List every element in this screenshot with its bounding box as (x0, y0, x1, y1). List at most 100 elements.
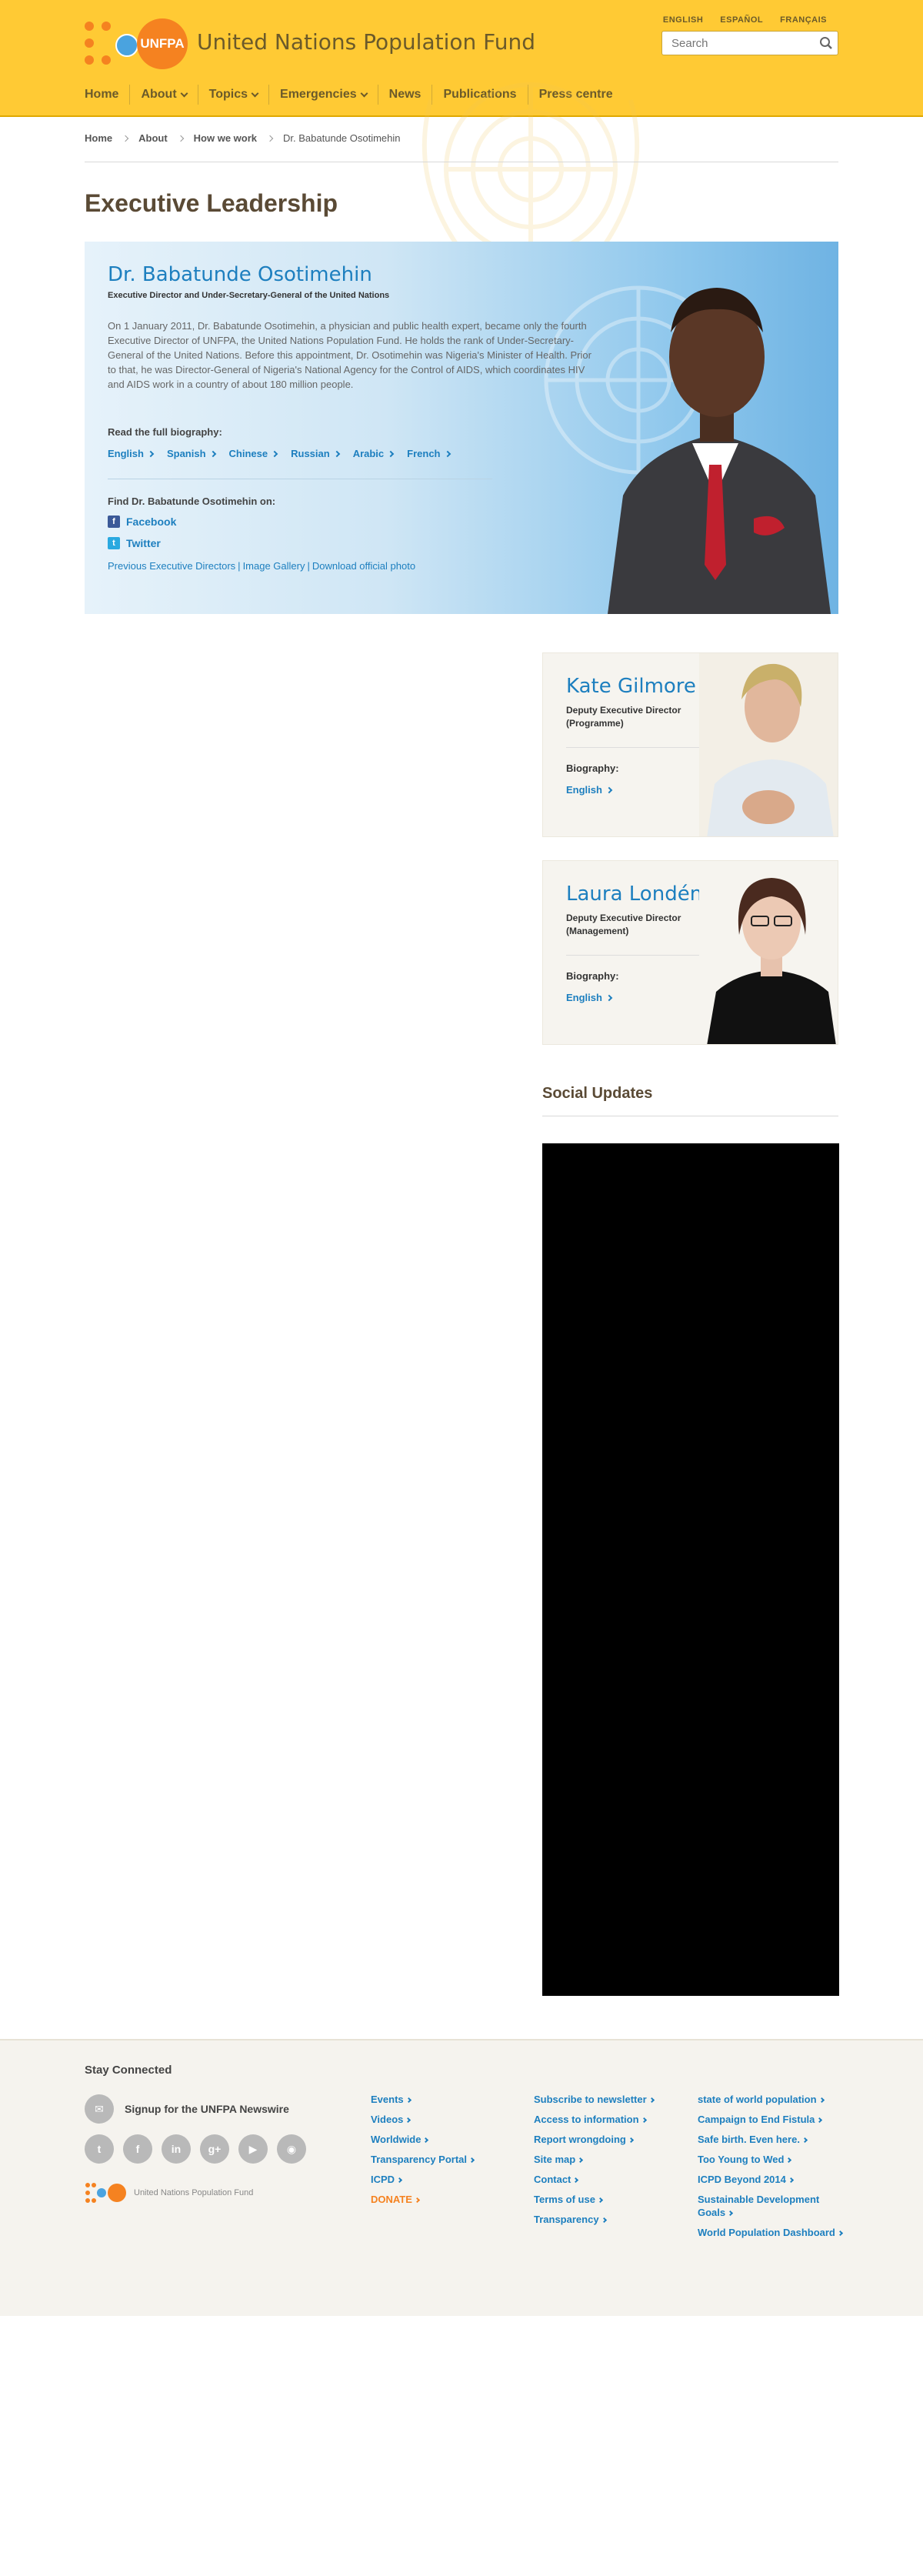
biography-languages: English Spanish Chinese Russian Arabic F… (108, 448, 451, 459)
footer-link-safe-birth[interactable]: Safe birth. Even here. (698, 2133, 844, 2146)
page-title: Executive Leadership (85, 189, 338, 217)
stay-connected-heading: Stay Connected (85, 2064, 172, 2077)
image-gallery-link[interactable]: Image Gallery (243, 560, 305, 572)
chevron-right-icon (648, 2097, 655, 2104)
deputy-name: Laura Londén (566, 883, 703, 906)
divider (566, 955, 720, 956)
nav-home[interactable]: Home (85, 85, 129, 105)
deputy-card: Kate Gilmore Deputy Executive Director (… (542, 652, 838, 837)
chevron-right-icon (573, 2177, 579, 2184)
deputy-portrait (699, 861, 838, 1044)
youtube-icon[interactable]: ▶ (238, 2134, 268, 2164)
biography-link-arabic[interactable]: Arabic (353, 448, 395, 459)
biography-label: Biography: (566, 970, 619, 982)
footer-link-videos[interactable]: Videos (371, 2113, 517, 2126)
rss-icon[interactable]: ◉ (277, 2134, 306, 2164)
deputy-biography-link-english[interactable]: English (566, 784, 613, 796)
twitter-icon[interactable]: t (85, 2134, 114, 2164)
chevron-right-icon (397, 2177, 403, 2184)
search-input[interactable] (662, 32, 808, 55)
executive-links: Previous Executive Directors | Image Galle… (108, 560, 416, 572)
footer-link-transparency[interactable]: Transparency (534, 2213, 688, 2226)
twitter-icon: t (108, 537, 120, 549)
executive-director-bio: On 1 January 2011, Dr. Babatunde Osotime… (108, 320, 591, 390)
footer-link-worldwide[interactable]: Worldwide (371, 2133, 517, 2146)
newswire-signup-link[interactable]: ✉ Signup for the UNFPA Newswire (85, 2094, 289, 2124)
breadcrumb-how-we-work[interactable]: How we work (194, 132, 257, 144)
linkedin-icon[interactable]: in (162, 2134, 191, 2164)
unfpa-logo[interactable]: UNFPA (137, 18, 188, 69)
unfpa-logo-icon (85, 2183, 126, 2203)
footer-social-icons: t f in g+ ▶ ◉ (85, 2134, 306, 2164)
site-footer: Stay Connected ✉ Signup for the UNFPA Ne… (0, 2039, 923, 2316)
footer-link-sdgs[interactable]: Sustainable Development Goals (698, 2193, 844, 2219)
chevron-right-icon (177, 135, 184, 142)
chevron-right-icon (122, 135, 129, 142)
lang-espanol[interactable]: ESPAÑOL (720, 15, 763, 25)
footer-link-access-information[interactable]: Access to information (534, 2113, 688, 2126)
executive-director-name: Dr. Babatunde Osotimehin (108, 263, 372, 286)
deputy-biography-link-english[interactable]: English (566, 992, 613, 1003)
download-photo-link[interactable]: Download official photo (312, 560, 415, 572)
social-updates-heading: Social Updates (542, 1085, 653, 1102)
deputy-role: Deputy Executive Director (Programme) (566, 705, 681, 729)
chevron-down-icon (180, 89, 188, 97)
footer-link-report-wrongdoing[interactable]: Report wrongdoing (534, 2133, 688, 2146)
footer-link-swop[interactable]: state of world population (698, 2093, 844, 2106)
footer-link-too-young-to-wed[interactable]: Too Young to Wed (698, 2153, 844, 2166)
chevron-right-icon (209, 450, 216, 457)
footer-link-site-map[interactable]: Site map (534, 2153, 688, 2166)
chevron-right-icon (444, 450, 451, 457)
footer-link-subscribe[interactable]: Subscribe to newsletter (534, 2093, 688, 2106)
footer-link-events[interactable]: Events (371, 2093, 517, 2106)
deputy-card: Laura Londén Deputy Executive Director (… (542, 860, 838, 1045)
deputy-role: Deputy Executive Director (Management) (566, 913, 681, 936)
biography-link-french[interactable]: French (407, 448, 451, 459)
search-box (661, 31, 838, 55)
footer-link-end-fistula[interactable]: Campaign to End Fistula (698, 2113, 844, 2126)
breadcrumb-home[interactable]: Home (85, 132, 112, 144)
biography-link-russian[interactable]: Russian (291, 448, 340, 459)
social-feed-embed[interactable] (542, 1143, 839, 1996)
breadcrumb-about[interactable]: About (138, 132, 168, 144)
biography-label: Biography: (566, 762, 619, 774)
envelope-icon: ✉ (85, 2094, 114, 2124)
biography-link-spanish[interactable]: Spanish (167, 448, 216, 459)
deputy-name: Kate Gilmore (566, 675, 696, 698)
footer-link-icpd[interactable]: ICPD (371, 2173, 517, 2186)
lang-english[interactable]: ENGLISH (663, 15, 703, 25)
lang-francais[interactable]: FRANÇAIS (780, 15, 827, 25)
chevron-right-icon (147, 450, 155, 457)
footer-column-1: Events Videos Worldwide Transparency Por… (371, 2093, 517, 2206)
nav-about[interactable]: About (129, 85, 197, 105)
nav-topics[interactable]: Topics (197, 85, 268, 105)
facebook-icon[interactable]: f (123, 2134, 152, 2164)
footer-link-transparency-portal[interactable]: Transparency Portal (371, 2153, 517, 2166)
chevron-right-icon (405, 2097, 412, 2104)
breadcrumb: Home About How we work Dr. Babatunde Oso… (85, 132, 401, 144)
breadcrumb-current: Dr. Babatunde Osotimehin (283, 132, 401, 144)
executive-director-role: Executive Director and Under-Secretary-G… (108, 291, 390, 300)
chevron-right-icon (468, 2157, 475, 2164)
biography-link-chinese[interactable]: Chinese (229, 448, 278, 459)
chevron-right-icon (786, 2157, 792, 2164)
deputy-portrait (699, 653, 838, 836)
previous-directors-link[interactable]: Previous Executive Directors (108, 560, 235, 572)
chevron-right-icon (578, 2157, 584, 2164)
donate-link[interactable]: DONATE (371, 2193, 517, 2206)
footer-column-2: Subscribe to newsletter Access to inform… (534, 2093, 688, 2226)
biography-link-english[interactable]: English (108, 448, 155, 459)
footer-link-contact[interactable]: Contact (534, 2173, 688, 2186)
footer-link-icpd-beyond-2014[interactable]: ICPD Beyond 2014 (698, 2173, 844, 2186)
facebook-link[interactable]: f Facebook (108, 516, 176, 528)
footer-link-population-dashboard[interactable]: World Population Dashboard (698, 2226, 844, 2239)
footer-link-terms[interactable]: Terms of use (534, 2193, 688, 2206)
googleplus-icon[interactable]: g+ (200, 2134, 229, 2164)
search-icon[interactable] (819, 36, 833, 50)
chevron-right-icon (601, 2217, 607, 2224)
site-title[interactable]: United Nations Population Fund (197, 29, 535, 55)
footer-logo[interactable]: United Nations Population Fund (85, 2182, 253, 2204)
twitter-link[interactable]: t Twitter (108, 537, 161, 549)
chevron-right-icon (387, 450, 395, 457)
facebook-icon: f (108, 516, 120, 528)
